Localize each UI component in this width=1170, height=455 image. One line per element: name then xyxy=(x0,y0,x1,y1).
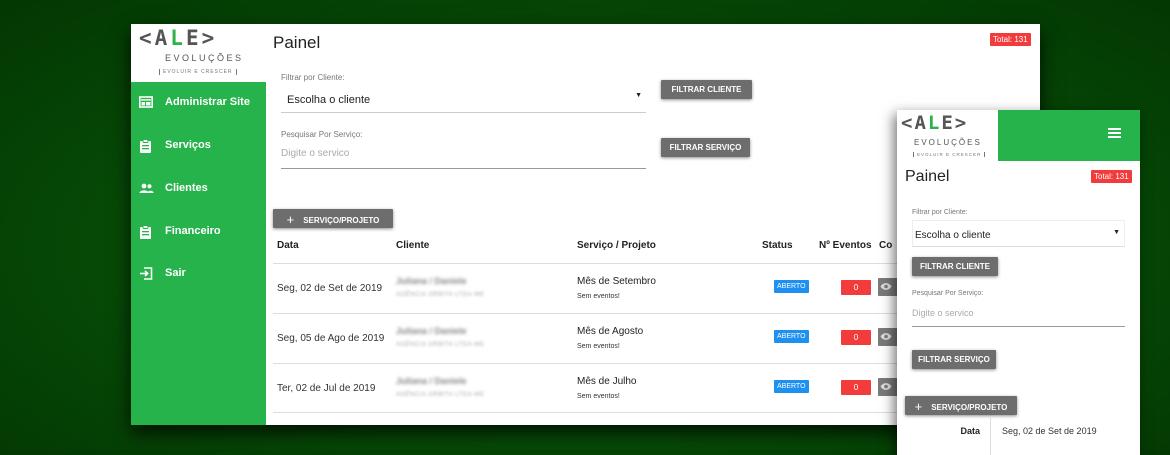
total-badge: Total: 131 xyxy=(1091,170,1132,183)
client-filter-label: Filtrar por Cliente: xyxy=(912,209,968,216)
brand-logo[interactable]: <ALE> EVOLUÇÕES EVOLUIR E CRESCER xyxy=(131,24,266,82)
events-count-badge: 0 xyxy=(841,330,871,345)
service-search-placeholder: Digite o servico xyxy=(281,148,350,159)
status-badge: ABERTO xyxy=(774,280,809,293)
row-client-company: AGÊNCIA ORBITA LTDA-ME xyxy=(396,392,485,398)
service-search-input[interactable]: Digite o servico xyxy=(912,304,1125,327)
client-select[interactable]: Escolha o cliente ▼ xyxy=(281,85,646,113)
page-title: Painel xyxy=(905,168,950,185)
row-client-company: AGÊNCIA ORBITA LTDA-ME xyxy=(396,342,485,348)
mobile-header-bar xyxy=(998,110,1140,161)
sidebar-item-label: Administrar Site xyxy=(165,96,250,108)
mobile-window: <ALE> EVOLUÇÕES EVOLUIR E CRESCER Painel… xyxy=(897,110,1140,455)
filter-service-button[interactable]: FILTRAR SERVIÇO xyxy=(661,138,750,157)
plus-icon: + xyxy=(914,399,923,414)
plus-icon: + xyxy=(286,212,295,227)
client-select[interactable]: Escolha o cliente ▼ xyxy=(912,220,1125,247)
total-badge: Total: 131 xyxy=(990,33,1031,46)
status-badge: ABERTO xyxy=(774,380,809,393)
logo-wordmark: <ALE> xyxy=(901,112,969,134)
row-service-note: Sem eventos! xyxy=(577,343,620,350)
add-button-label: SERVIÇO/PROJETO xyxy=(931,403,1008,412)
hamburger-menu-icon[interactable] xyxy=(1108,128,1121,138)
sidebar-item-label: Financeiro xyxy=(165,225,221,237)
clipboard-icon xyxy=(140,225,151,239)
column-header-client[interactable]: Cliente xyxy=(396,240,429,251)
sidebar-item-administrar-site[interactable]: Administrar Site xyxy=(131,88,266,118)
logo-subtitle: EVOLUÇÕES xyxy=(914,138,982,147)
row-service: Mês de Agosto xyxy=(577,326,644,337)
add-button-label: SERVIÇO/PROJETO xyxy=(303,216,380,225)
eye-icon xyxy=(880,383,892,390)
column-header-status[interactable]: Status xyxy=(762,240,793,251)
events-count-badge: 0 xyxy=(841,380,871,395)
eye-icon xyxy=(880,283,892,290)
status-badge: ABERTO xyxy=(774,330,809,343)
sidebar-item-label: Clientes xyxy=(165,182,208,194)
sidebar-item-sair[interactable]: Sair xyxy=(131,259,266,289)
service-search-label: Pesquisar Por Serviço: xyxy=(281,130,363,139)
filter-service-button[interactable]: FILTRAR SERVIÇO xyxy=(912,350,996,369)
mobile-date-value: Seg, 02 de Set de 2019 xyxy=(990,416,1097,455)
service-search-input[interactable]: Digite o servico xyxy=(281,142,646,169)
eye-icon xyxy=(880,333,892,340)
add-service-project-button[interactable]: + SERVIÇO/PROJETO xyxy=(273,209,393,228)
exit-icon xyxy=(140,267,153,280)
logo-tagline: EVOLUIR E CRESCER xyxy=(913,152,986,157)
row-client-name: Juliana / Daniele xyxy=(396,276,467,286)
events-count-badge: 0 xyxy=(841,280,871,295)
mobile-header: <ALE> EVOLUÇÕES EVOLUIR E CRESCER xyxy=(897,110,1140,161)
row-service-note: Sem eventos! xyxy=(577,393,620,400)
page-title: Painel xyxy=(273,33,321,52)
service-search-placeholder: Digite o servico xyxy=(912,308,974,318)
logo-wordmark: <ALE> xyxy=(139,26,218,50)
caret-down-icon: ▼ xyxy=(1113,229,1120,236)
client-select-value: Escolha o cliente xyxy=(915,230,991,241)
sidebar-item-clientes[interactable]: Clientes xyxy=(131,174,266,204)
clipboard-icon xyxy=(140,139,151,153)
filter-client-button[interactable]: FILTRAR CLIENTE xyxy=(912,257,998,276)
sidebar-item-label: Serviços xyxy=(165,139,211,151)
sidebar: <ALE> EVOLUÇÕES EVOLUIR E CRESCER Admini… xyxy=(131,24,266,425)
column-header-service[interactable]: Serviço / Projeto xyxy=(577,240,656,251)
column-header-date[interactable]: Data xyxy=(277,240,299,251)
row-date: Ter, 02 de Jul de 2019 xyxy=(277,383,376,394)
add-service-project-button[interactable]: + SERVIÇO/PROJETO xyxy=(905,396,1017,415)
row-client-name: Juliana / Daniele xyxy=(396,376,467,386)
logo-subtitle: EVOLUÇÕES xyxy=(165,53,244,63)
sidebar-item-servicos[interactable]: Serviços xyxy=(131,131,266,161)
mobile-date-label: Data xyxy=(960,426,980,436)
client-select-value: Escolha o cliente xyxy=(287,94,371,106)
row-date: Seg, 02 de Set de 2019 xyxy=(277,283,383,294)
row-date: Seg, 05 de Ago de 2019 xyxy=(277,333,385,344)
brand-logo[interactable]: <ALE> EVOLUÇÕES EVOLUIR E CRESCER xyxy=(897,110,998,161)
row-service-note: Sem eventos! xyxy=(577,293,620,300)
people-icon xyxy=(139,183,154,193)
row-service: Mês de Julho xyxy=(577,376,637,387)
row-service: Mês de Setembro xyxy=(577,276,656,287)
web-icon xyxy=(139,96,153,108)
client-filter-label: Filtrar por Cliente: xyxy=(281,73,345,82)
logo-tagline: EVOLUIR E CRESCER xyxy=(159,69,237,75)
caret-down-icon: ▼ xyxy=(635,92,642,99)
column-header-events[interactable]: Nº Eventos xyxy=(819,240,872,251)
filter-client-button[interactable]: FILTRAR CLIENTE xyxy=(661,80,752,99)
sidebar-item-financeiro[interactable]: Financeiro xyxy=(131,217,266,247)
row-client-company: AGÊNCIA ORBITA LTDA-ME xyxy=(396,292,485,298)
service-search-label: Pesquisar Por Serviço: xyxy=(912,290,984,297)
sidebar-item-label: Sair xyxy=(165,267,186,279)
row-client-name: Juliana / Daniele xyxy=(396,326,467,336)
column-header-actions[interactable]: Co xyxy=(879,240,892,251)
